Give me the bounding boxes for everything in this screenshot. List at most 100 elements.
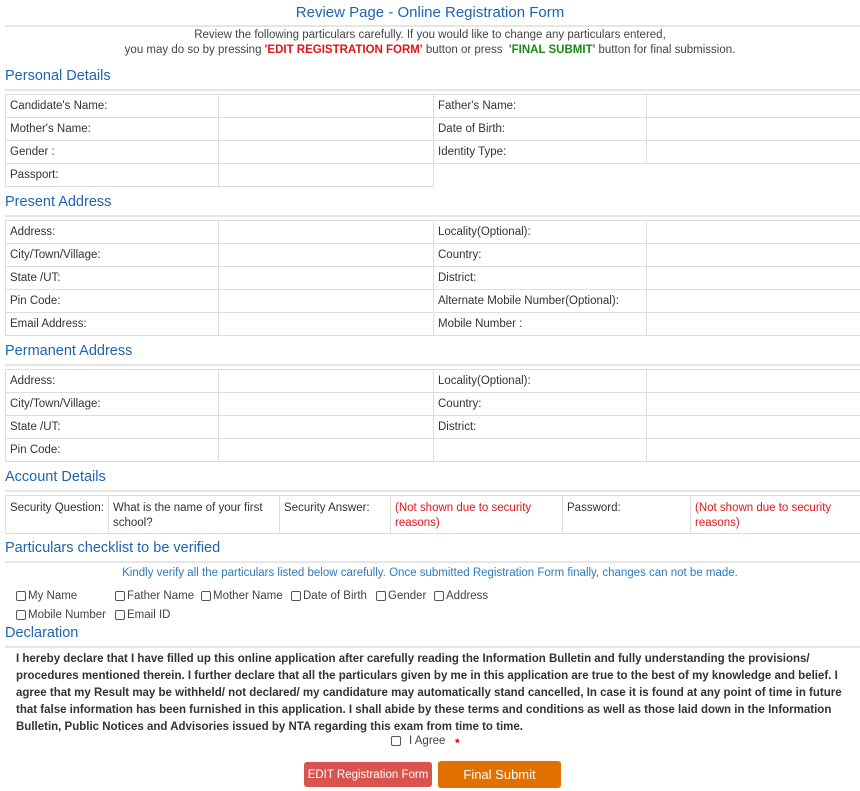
divider (5, 561, 860, 563)
present-address-table: Address:Locality(Optional): City/Town/Vi… (5, 220, 860, 336)
father-name-label: Father's Name: (434, 95, 647, 118)
checkbox-icon[interactable] (115, 610, 125, 620)
city-value (219, 244, 434, 267)
empty-cell (434, 439, 647, 462)
checkbox-address[interactable]: Address (434, 590, 488, 602)
divider (5, 89, 860, 91)
edit-registration-form-button[interactable]: EDIT Registration Form (304, 762, 432, 787)
dob-label: Date of Birth: (434, 118, 647, 141)
divider (5, 646, 860, 648)
account-details-heading: Account Details (5, 469, 106, 485)
checkbox-label: Father Name (127, 590, 194, 602)
final-submit-button[interactable]: Final Submit (438, 761, 561, 788)
locality-value (647, 221, 860, 244)
agree-checkbox[interactable]: I Agree (391, 735, 445, 747)
passport-label: Passport: (6, 164, 219, 187)
checkbox-gender[interactable]: Gender (376, 590, 426, 602)
identity-type-label: Identity Type: (434, 141, 647, 164)
mother-name-label: Mother's Name: (6, 118, 219, 141)
locality-value (647, 370, 860, 393)
locality-label: Locality(Optional): (434, 221, 647, 244)
pin-label: Pin Code: (6, 290, 219, 313)
checklist-heading: Particulars checklist to be verified (5, 540, 220, 556)
country-value (647, 393, 860, 416)
address-value (219, 370, 434, 393)
checkbox-label: Mobile Number (28, 609, 106, 621)
security-answer-label: Security Answer: (280, 496, 391, 534)
checkbox-father-name[interactable]: Father Name (115, 590, 194, 602)
mother-name-value (219, 118, 434, 141)
candidate-name-label: Candidate's Name: (6, 95, 219, 118)
passport-value (219, 164, 434, 187)
divider (5, 215, 860, 217)
state-label: State /UT: (6, 416, 219, 439)
pin-label: Pin Code: (6, 439, 219, 462)
district-value (647, 267, 860, 290)
divider (5, 25, 860, 27)
checkbox-date-of-birth[interactable]: Date of Birth (291, 590, 367, 602)
agree-label: I Agree (409, 735, 445, 747)
district-value (647, 416, 860, 439)
locality-label: Locality(Optional): (434, 370, 647, 393)
gender-label: Gender : (6, 141, 219, 164)
text: you may do so by pressing (125, 44, 265, 56)
edit-reference: 'EDIT REGISTRATION FORM' (265, 44, 423, 56)
declaration-heading: Declaration (5, 625, 78, 641)
checkbox-label: Email ID (127, 609, 170, 621)
pin-value (219, 290, 434, 313)
divider (5, 490, 860, 492)
present-address-heading: Present Address (5, 194, 111, 210)
email-value (219, 313, 434, 336)
address-value (219, 221, 434, 244)
mobile-label: Mobile Number : (434, 313, 647, 336)
checkbox-icon[interactable] (434, 591, 444, 601)
checkbox-icon[interactable] (391, 736, 401, 746)
mobile-value (647, 313, 860, 336)
country-label: Country: (434, 244, 647, 267)
state-value (219, 416, 434, 439)
checkbox-icon[interactable] (16, 591, 26, 601)
gender-value (219, 141, 434, 164)
account-details-table: Security Question:What is the name of yo… (5, 495, 860, 534)
checkbox-mother-name[interactable]: Mother Name (201, 590, 283, 602)
checkbox-label: Mother Name (213, 590, 283, 602)
text: button or press (423, 44, 509, 56)
alt-mobile-value (647, 290, 860, 313)
checkbox-mobile-number[interactable]: Mobile Number (16, 609, 106, 621)
checkbox-icon[interactable] (201, 591, 211, 601)
checkbox-label: Gender (388, 590, 426, 602)
candidate-name-value (219, 95, 434, 118)
checkbox-icon[interactable] (376, 591, 386, 601)
checklist-note: Kindly verify all the particulars listed… (0, 567, 860, 579)
password-label: Password: (563, 496, 691, 534)
personal-details-heading: Personal Details (5, 68, 111, 84)
instruction-line-1: Review the following particulars careful… (0, 29, 860, 41)
pin-value (219, 439, 434, 462)
checkbox-icon[interactable] (115, 591, 125, 601)
security-question-value: What is the name of your first school? (109, 496, 280, 534)
state-label: State /UT: (6, 267, 219, 290)
alt-mobile-label: Alternate Mobile Number(Optional): (434, 290, 647, 313)
country-label: Country: (434, 393, 647, 416)
address-label: Address: (6, 370, 219, 393)
checkbox-email-id[interactable]: Email ID (115, 609, 170, 621)
district-label: District: (434, 267, 647, 290)
checkbox-icon[interactable] (291, 591, 301, 601)
email-label: Email Address: (6, 313, 219, 336)
personal-details-table: Candidate's Name: Father's Name: Mother's… (5, 94, 860, 187)
district-label: District: (434, 416, 647, 439)
page-title: Review Page - Online Registration Form (0, 4, 860, 21)
city-label: City/Town/Village: (6, 393, 219, 416)
checkbox-label: My Name (28, 590, 77, 602)
state-value (219, 267, 434, 290)
father-name-value (647, 95, 860, 118)
security-answer-value: (Not shown due to security reasons) (391, 496, 563, 534)
city-label: City/Town/Village: (6, 244, 219, 267)
text: button for final submission. (595, 44, 735, 56)
permanent-address-heading: Permanent Address (5, 343, 132, 359)
checkbox-icon[interactable] (16, 610, 26, 620)
checkbox-my-name[interactable]: My Name (16, 590, 77, 602)
final-reference: 'FINAL SUBMIT' (509, 44, 595, 56)
dob-value (647, 118, 860, 141)
empty-cell (647, 439, 860, 462)
